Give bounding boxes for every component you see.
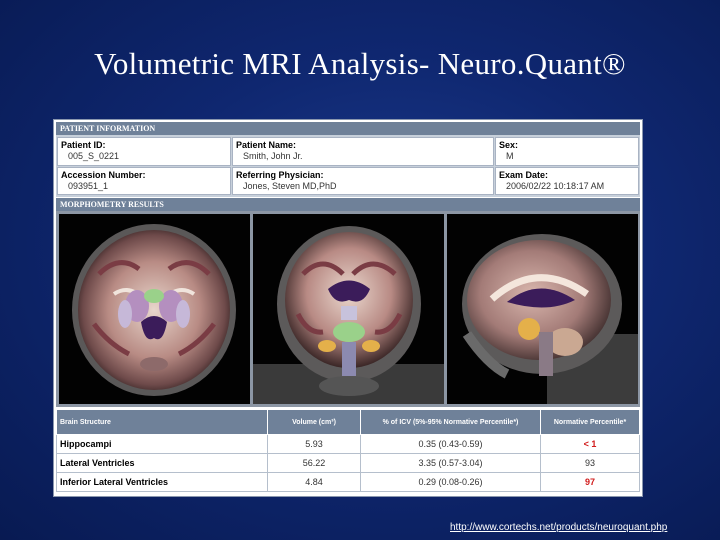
icv-cell: 0.29 (0.08-0.26) (360, 472, 541, 492)
exam-date-value: 2006/02/22 10:18:17 AM (506, 181, 605, 191)
structure-cell: Hippocampi (56, 434, 268, 454)
patient-information-header: PATIENT INFORMATION (56, 122, 640, 135)
sex-label: Sex: (499, 140, 519, 150)
patient-id-cell: Patient ID: 005_S_0221 (57, 137, 231, 166)
table-row: Lateral Ventricles 56.22 3.35 (0.57-3.04… (56, 453, 640, 473)
icv-cell: 0.35 (0.43-0.59) (360, 434, 541, 454)
sex-cell: Sex: M (495, 137, 639, 166)
morphometry-results-header: MORPHOMETRY RESULTS (56, 198, 640, 211)
structure-cell: Inferior Lateral Ventricles (56, 472, 268, 492)
sagittal-mri-image (447, 214, 638, 404)
sagittal-brain-graphic (462, 234, 638, 404)
volume-cell: 56.22 (267, 453, 361, 473)
percentile-cell: 93 (540, 453, 640, 473)
exam-date-label: Exam Date: (499, 170, 549, 180)
table-row: Hippocampi 5.93 0.35 (0.43-0.59) < 1 (56, 434, 640, 454)
volume-cell: 4.84 (267, 472, 361, 492)
source-url-link[interactable]: http://www.cortechs.net/products/neuroqu… (450, 522, 667, 533)
patient-name-label: Patient Name: (236, 140, 297, 150)
accession-value: 093951_1 (68, 181, 109, 191)
accession-label: Accession Number: (61, 170, 146, 180)
percentile-cell: < 1 (540, 434, 640, 454)
table-row: Inferior Lateral Ventricles 4.84 0.29 (0… (56, 472, 640, 492)
patient-id-label: Patient ID: (61, 140, 106, 150)
exam-date-cell: Exam Date: 2006/02/22 10:18:17 AM (495, 167, 639, 195)
col-brain-structure: Brain Structure (56, 409, 268, 435)
structure-cell: Lateral Ventricles (56, 453, 268, 473)
percentile-cell: 97 (540, 472, 640, 492)
icv-cell: 3.35 (0.57-3.04) (360, 453, 541, 473)
coronal-mri-image (253, 214, 444, 404)
axial-mri-image (59, 214, 250, 404)
volume-cell: 5.93 (267, 434, 361, 454)
patient-name-value: Smith, John Jr. (243, 151, 303, 161)
physician-label: Referring Physician: (236, 170, 324, 180)
axial-brain-graphic (72, 224, 236, 396)
col-icv: % of ICV (5%-95% Normative Percentile*) (360, 409, 541, 435)
table-header-row: Brain Structure Volume (cm³) % of ICV (5… (56, 409, 640, 435)
coronal-brain-graphic (253, 226, 444, 404)
physician-value: Jones, Steven MD,PhD (243, 181, 337, 191)
patient-name-cell: Patient Name: Smith, John Jr. (232, 137, 494, 166)
sex-value: M (506, 151, 514, 161)
col-volume: Volume (cm³) (267, 409, 361, 435)
patient-id-value: 005_S_0221 (68, 151, 120, 161)
accession-cell: Accession Number: 093951_1 (57, 167, 231, 195)
slide-title: Volumetric MRI Analysis- Neuro.Quant® (94, 46, 626, 81)
physician-cell: Referring Physician: Jones, Steven MD,Ph… (232, 167, 494, 195)
morphometry-table: Brain Structure Volume (cm³) % of ICV (5… (56, 409, 640, 492)
col-normative-percentile: Normative Percentile* (540, 409, 640, 435)
scan-strip (56, 211, 640, 407)
neuroquant-report: PATIENT INFORMATION Patient ID: 005_S_02… (53, 119, 643, 497)
